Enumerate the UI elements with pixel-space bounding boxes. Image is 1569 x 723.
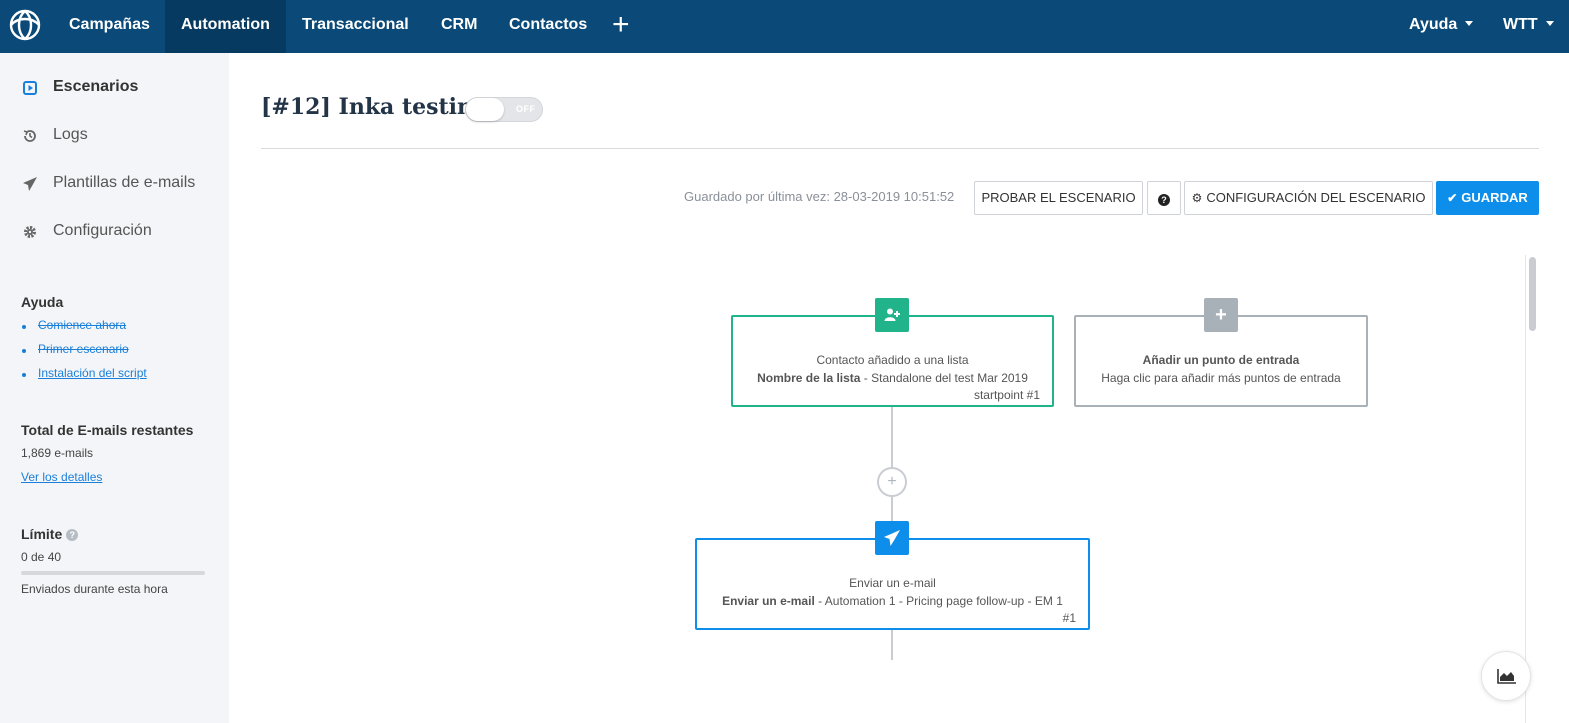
nav-automation[interactable]: Automation: [165, 0, 286, 53]
action-detail-value: - Automation 1 - Pricing page follow-up …: [814, 594, 1063, 608]
top-navbar: Campañas Automation Transaccional CRM Co…: [0, 0, 1569, 53]
action-detail-label: Enviar un e-mail: [722, 594, 815, 608]
sidebar: Escenarios Logs Plantillas de e-mails Co…: [0, 53, 229, 723]
stats-chart-button[interactable]: [1481, 651, 1531, 701]
nav-crm[interactable]: CRM: [425, 0, 493, 53]
nav-campanas[interactable]: Campañas: [53, 0, 166, 53]
nav-contactos[interactable]: Contactos: [493, 0, 603, 53]
paper-plane-icon: [875, 521, 909, 555]
help-link-instalacion[interactable]: Instalación del script: [38, 366, 147, 380]
toggle-label: OFF: [516, 104, 536, 114]
area-chart-icon: [1497, 668, 1517, 689]
sidebar-item-label: Plantillas de e-mails: [53, 174, 196, 191]
add-entry-subtitle: Haga clic para añadir más puntos de entr…: [1101, 371, 1341, 385]
trigger-detail-value: - Standalone del test Mar 2019: [860, 371, 1028, 385]
add-entry-title: Añadir un punto de entrada: [1142, 353, 1300, 367]
help-link-comience[interactable]: Comience ahora: [38, 318, 126, 332]
sidebar-item-escenarios[interactable]: Escenarios: [0, 73, 229, 103]
view-details-link[interactable]: Ver los detalles: [21, 470, 102, 484]
bullet-icon: [22, 349, 26, 353]
save-button[interactable]: ✔ GUARDAR: [1436, 181, 1539, 215]
help-section-title: Ayuda: [21, 294, 64, 310]
help-menu[interactable]: Ayuda: [1409, 0, 1474, 53]
help-link-primer-escenario[interactable]: Primer escenario: [38, 342, 129, 356]
gear-icon: ⚙: [1191, 191, 1203, 205]
account-menu[interactable]: WTT: [1503, 0, 1554, 53]
add-step-button[interactable]: +: [877, 467, 907, 497]
test-scenario-button[interactable]: PROBAR EL ESCENARIO: [974, 181, 1143, 215]
nav-transaccional[interactable]: Transaccional: [286, 0, 425, 53]
action-id: #1: [1062, 611, 1076, 625]
paper-plane-icon: [22, 176, 38, 192]
nav-add-button[interactable]: +: [612, 8, 630, 42]
connector-line: [891, 497, 893, 522]
check-icon: ✔: [1447, 191, 1458, 205]
sendinblue-logo-icon[interactable]: [8, 8, 42, 42]
question-circle-icon: ?: [1158, 194, 1170, 206]
plus-icon: +: [1204, 298, 1238, 332]
sidebar-item-label: Configuración: [53, 222, 152, 239]
play-square-icon: [22, 80, 38, 96]
bullet-icon: [22, 373, 26, 377]
page-title: [#12] Inka testing: [261, 94, 489, 120]
bullet-icon: [22, 325, 26, 329]
last-saved-text: Guardado por última vez: 28-03-2019 10:5…: [684, 189, 955, 204]
chevron-down-icon: [1545, 21, 1554, 26]
gear-icon: [22, 224, 38, 240]
user-plus-icon: [875, 298, 909, 332]
action-detail: Enviar un e-mail - Automation 1 - Pricin…: [697, 594, 1088, 608]
connector-line: [891, 407, 893, 469]
limit-caption: Enviados durante esta hora: [21, 582, 168, 596]
limit-value: 0 de 40: [21, 550, 62, 564]
account-menu-label: WTT: [1503, 16, 1538, 33]
trigger-detail: Nombre de la lista - Standalone del test…: [733, 371, 1052, 385]
scenario-config-button[interactable]: ⚙ CONFIGURACIÓN DEL ESCENARIO: [1184, 181, 1433, 215]
trigger-detail-label: Nombre de la lista: [757, 371, 861, 385]
help-button[interactable]: ?: [1147, 181, 1181, 215]
chevron-down-icon: [1465, 21, 1474, 26]
emails-remaining-title: Total de E-mails restantes: [21, 422, 194, 438]
limit-progress-bar: [21, 571, 205, 575]
sidebar-item-plantillas[interactable]: Plantillas de e-mails: [0, 169, 229, 199]
canvas-scrollbar[interactable]: [1525, 255, 1539, 723]
trigger-id: startpoint #1: [973, 388, 1040, 402]
scenario-toggle[interactable]: OFF: [465, 97, 543, 122]
question-circle-icon[interactable]: ?: [66, 529, 79, 541]
save-label: GUARDAR: [1461, 190, 1528, 205]
limit-title-label: Límite: [21, 526, 63, 542]
header-divider: [261, 148, 1539, 149]
history-icon: [22, 128, 38, 144]
emails-remaining-count: 1,869 e-mails: [21, 446, 94, 460]
scenario-config-label: CONFIGURACIÓN DEL ESCENARIO: [1206, 190, 1426, 205]
scrollbar-thumb[interactable]: [1529, 257, 1536, 331]
limit-title: Límite?: [21, 526, 79, 542]
sidebar-item-logs[interactable]: Logs: [0, 121, 229, 151]
trigger-title: Contacto añadido a una lista: [816, 353, 969, 367]
sidebar-item-configuracion[interactable]: Configuración: [0, 217, 229, 247]
connector-line: [891, 630, 893, 660]
toggle-knob: [466, 98, 504, 121]
help-menu-label: Ayuda: [1409, 16, 1458, 33]
sidebar-item-label: Logs: [53, 126, 88, 143]
sidebar-item-label: Escenarios: [53, 78, 139, 95]
action-title: Enviar un e-mail: [849, 576, 936, 590]
